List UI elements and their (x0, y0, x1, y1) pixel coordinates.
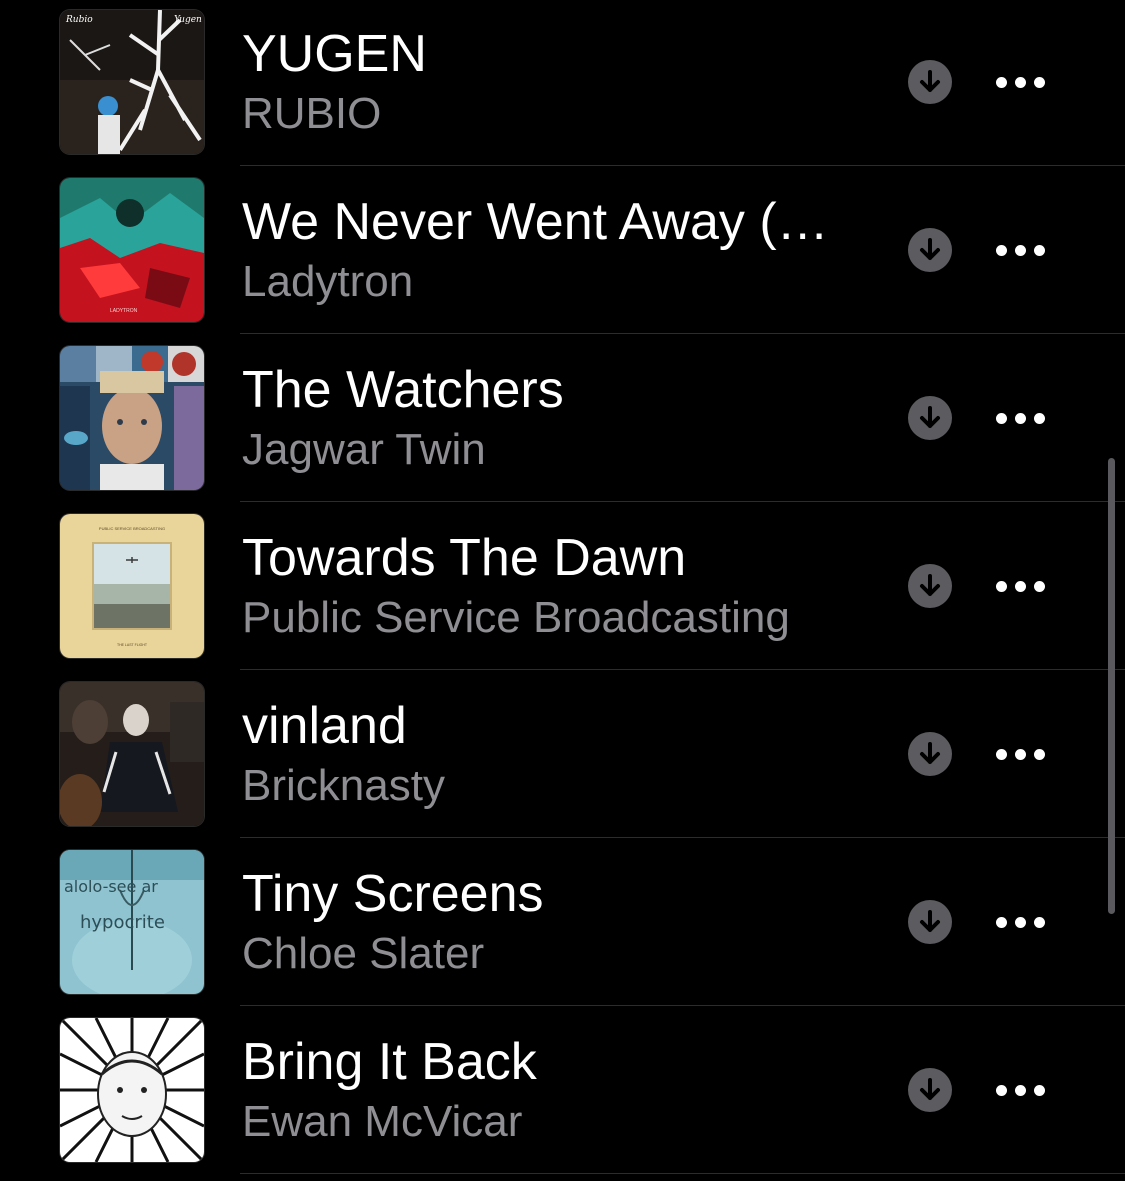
song-title: We Never Went Away (… (242, 193, 829, 251)
download-button[interactable] (908, 396, 952, 440)
song-row-tiny-screens[interactable]: alolo-see ar hypocrite Tiny Screens Chlo… (0, 840, 1125, 1008)
song-artist: Ewan McVicar (242, 1097, 523, 1146)
more-options-button[interactable] (985, 1070, 1055, 1110)
more-options-button[interactable] (985, 734, 1055, 774)
svg-text:hypocrite: hypocrite (80, 912, 165, 933)
song-row-we-never-went-away[interactable]: LADYTRON We Never Went Away (… Ladytron (0, 168, 1125, 336)
album-artwork (60, 1018, 204, 1162)
album-artwork (60, 346, 204, 490)
download-button[interactable] (908, 732, 952, 776)
ellipsis-icon (995, 1084, 1007, 1096)
svg-text:alolo-see ar: alolo-see ar (64, 877, 158, 896)
more-options-button[interactable] (985, 566, 1055, 606)
album-art-ladytron-icon: LADYTRON (60, 178, 204, 322)
download-button[interactable] (908, 60, 952, 104)
download-button[interactable] (908, 900, 952, 944)
download-arrow-icon (920, 742, 940, 764)
album-artwork (60, 682, 204, 826)
download-arrow-icon (920, 238, 940, 260)
album-artwork: Rubio Yugen (60, 10, 204, 154)
song-artist: Ladytron (242, 257, 414, 306)
more-options-button[interactable] (985, 902, 1055, 942)
download-button[interactable] (908, 1068, 952, 1112)
ellipsis-icon (995, 748, 1007, 760)
svg-text:THE LAST FLIGHT: THE LAST FLIGHT (117, 643, 148, 647)
svg-text:Yugen: Yugen (174, 15, 202, 25)
song-row-vinland[interactable]: vinland Bricknasty (0, 672, 1125, 840)
download-arrow-icon (920, 910, 940, 932)
ellipsis-icon (995, 76, 1007, 88)
ellipsis-icon (995, 244, 1007, 256)
song-title: YUGEN (242, 25, 427, 83)
download-button[interactable] (908, 564, 952, 608)
download-arrow-icon (920, 574, 940, 596)
song-artist: Bricknasty (242, 761, 445, 810)
download-button[interactable] (908, 228, 952, 272)
song-row-yugen[interactable]: Rubio Yugen YUGEN RUBIO (0, 0, 1125, 168)
song-row-the-watchers[interactable]: The Watchers Jagwar Twin (0, 336, 1125, 504)
scrollbar[interactable] (1108, 458, 1115, 914)
svg-text:Rubio: Rubio (65, 15, 93, 25)
song-list: Rubio Yugen YUGEN RUBIO LADYTRON We Neve… (0, 0, 1125, 1181)
download-arrow-icon (920, 406, 940, 428)
song-title: The Watchers (242, 361, 564, 419)
song-title: Towards The Dawn (242, 529, 687, 587)
more-options-button[interactable] (985, 230, 1055, 270)
svg-text:PUBLIC SERVICE BROADCASTING: PUBLIC SERVICE BROADCASTING (99, 526, 165, 531)
song-row-bring-it-back[interactable]: Bring It Back Ewan McVicar (0, 1008, 1125, 1176)
ellipsis-icon (995, 916, 1007, 928)
download-arrow-icon (920, 70, 940, 92)
album-art-ewan-mcvicar-icon (60, 1018, 204, 1162)
row-separator (240, 1005, 1125, 1006)
album-art-jagwar-twin-icon (60, 346, 204, 490)
song-artist: Chloe Slater (242, 929, 485, 978)
row-separator (240, 333, 1125, 334)
album-artwork: alolo-see ar hypocrite (60, 850, 204, 994)
song-title: Tiny Screens (242, 865, 544, 923)
svg-text:LADYTRON: LADYTRON (110, 308, 138, 314)
song-artist: Public Service Broadcasting (242, 593, 790, 642)
row-separator (240, 837, 1125, 838)
more-options-button[interactable] (985, 62, 1055, 102)
album-art-chloe-slater-icon: alolo-see ar hypocrite (60, 850, 204, 994)
album-artwork: LADYTRON (60, 178, 204, 322)
album-art-yugen-icon: Rubio Yugen (60, 10, 204, 154)
ellipsis-icon (995, 580, 1007, 592)
song-title: Bring It Back (242, 1033, 537, 1091)
row-separator (240, 165, 1125, 166)
row-separator (240, 669, 1125, 670)
album-artwork: PUBLIC SERVICE BROADCASTING THE LAST FLI… (60, 514, 204, 658)
song-row-towards-the-dawn[interactable]: PUBLIC SERVICE BROADCASTING THE LAST FLI… (0, 504, 1125, 672)
song-title: vinland (242, 697, 407, 755)
album-art-public-service-broadcasting-icon: PUBLIC SERVICE BROADCASTING THE LAST FLI… (60, 514, 204, 658)
more-options-button[interactable] (985, 398, 1055, 438)
row-separator (240, 1173, 1125, 1174)
download-arrow-icon (920, 1078, 940, 1100)
song-artist: RUBIO (242, 89, 382, 138)
row-separator (240, 501, 1125, 502)
ellipsis-icon (995, 412, 1007, 424)
album-art-bricknasty-icon (60, 682, 204, 826)
song-artist: Jagwar Twin (242, 425, 486, 474)
